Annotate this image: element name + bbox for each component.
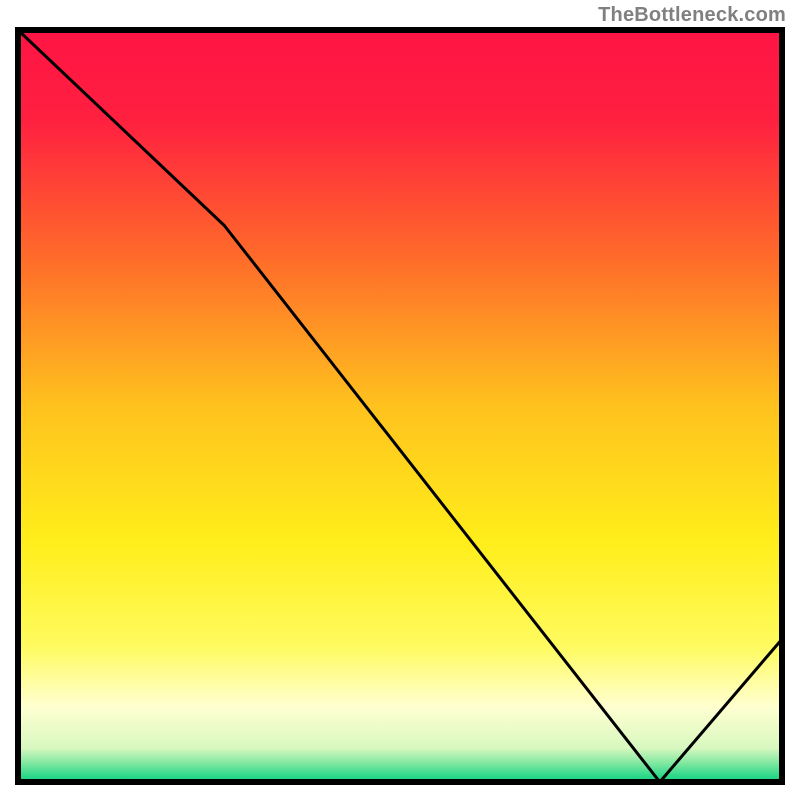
plot-background: [18, 30, 782, 782]
chart-container: TheBottleneck.com: [0, 0, 800, 800]
chart-svg: [0, 0, 800, 800]
